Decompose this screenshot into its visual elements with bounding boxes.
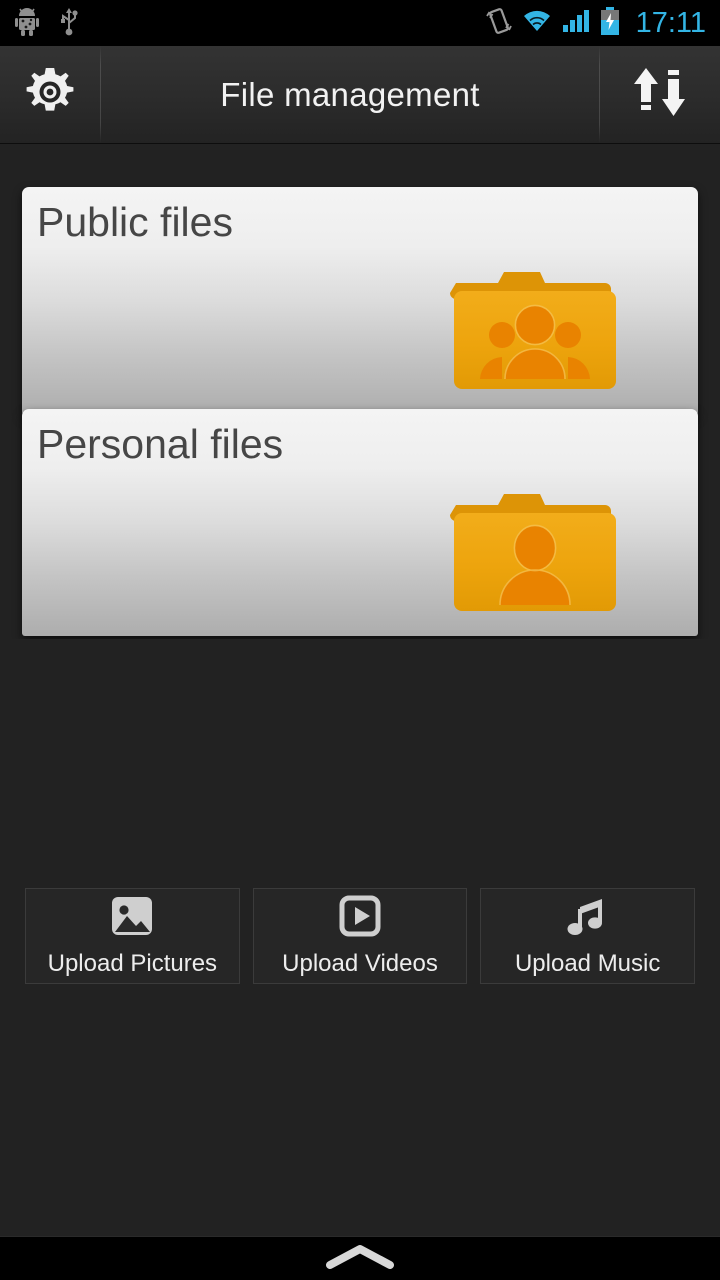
folder-person-icon bbox=[450, 487, 620, 620]
wifi-icon bbox=[522, 8, 552, 39]
system-nav-bar bbox=[0, 1236, 720, 1280]
picture-icon bbox=[108, 894, 156, 945]
upload-pictures-button[interactable]: Upload Pictures bbox=[25, 888, 240, 984]
upload-music-label: Upload Music bbox=[514, 950, 661, 977]
folder-group-icon bbox=[450, 265, 620, 398]
music-note-icon bbox=[564, 894, 612, 945]
android-debug-icon bbox=[14, 6, 40, 41]
upload-pictures-label: Upload Pictures bbox=[47, 950, 218, 977]
status-bar: 17:11 bbox=[0, 0, 720, 46]
status-bar-right-icons: 17:11 bbox=[485, 6, 720, 40]
status-bar-clock: 17:11 bbox=[635, 6, 706, 39]
cellular-signal-icon bbox=[562, 8, 590, 39]
settings-button[interactable] bbox=[0, 46, 100, 143]
video-play-icon bbox=[336, 894, 384, 945]
action-bar: File management bbox=[0, 46, 720, 144]
upload-actions-row: Upload Pictures Upload Videos Upload Mus… bbox=[0, 888, 720, 986]
upload-music-button[interactable]: Upload Music bbox=[480, 888, 696, 984]
usb-icon bbox=[58, 6, 80, 41]
upload-videos-button[interactable]: Upload Videos bbox=[252, 888, 468, 984]
transfer-button[interactable] bbox=[600, 46, 720, 143]
file-card-list[interactable]: Public files Personal files bbox=[0, 144, 720, 639]
card-public-files[interactable]: Public files bbox=[22, 187, 698, 415]
gear-icon bbox=[22, 64, 78, 125]
chevron-up-icon[interactable] bbox=[324, 1241, 396, 1276]
phone-screen: 17:11 File management Public files Perso… bbox=[0, 0, 720, 1280]
upload-videos-label: Upload Videos bbox=[282, 950, 438, 977]
status-bar-left-icons bbox=[0, 6, 80, 41]
content-area: Public files Personal files Upload Pictu… bbox=[0, 144, 720, 1236]
card-title: Personal files bbox=[37, 421, 284, 467]
upload-download-icon bbox=[628, 62, 692, 127]
vibrate-icon bbox=[485, 7, 512, 40]
card-title: Public files bbox=[37, 199, 233, 245]
card-personal-files[interactable]: Personal files bbox=[22, 409, 698, 636]
battery-charging-icon bbox=[600, 6, 620, 40]
page-title: File management bbox=[220, 75, 480, 113]
